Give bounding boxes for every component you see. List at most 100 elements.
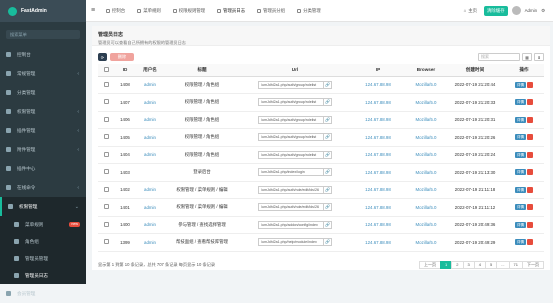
- sidebar-item-5[interactable]: 附件管理 ‹: [0, 140, 86, 159]
- link-icon[interactable]: 🔗: [324, 133, 332, 142]
- row-checkbox[interactable]: [103, 99, 109, 105]
- cell-browser[interactable]: Mozilla/5.0: [406, 198, 446, 217]
- cell-ip[interactable]: 124.67.88.98: [350, 146, 406, 164]
- delete-row-button[interactable]: [527, 134, 534, 141]
- sidebar-item-6[interactable]: 插件中心: [0, 159, 86, 178]
- delete-row-button[interactable]: [527, 151, 534, 158]
- link-icon[interactable]: 🔗: [324, 238, 332, 247]
- subnav-item-2[interactable]: 管理员管理: [0, 250, 86, 267]
- cell-ip[interactable]: 124.67.88.98: [350, 216, 406, 234]
- tab-5[interactable]: 分类管理: [291, 0, 327, 21]
- sidebar-item-8[interactable]: 权限管理 ⌄: [0, 197, 86, 216]
- cell-username[interactable]: admin: [136, 128, 164, 147]
- sidebar-item-members[interactable]: 会员管理: [0, 284, 86, 303]
- cell-ip[interactable]: 124.67.88.98: [350, 233, 406, 252]
- detail-button[interactable]: 详情: [514, 81, 527, 88]
- tab-2[interactable]: 权限规则管理: [167, 0, 211, 21]
- link-icon[interactable]: 🔗: [324, 203, 332, 212]
- cell-browser[interactable]: Mozilla/5.0: [406, 181, 446, 199]
- subnav-item-0[interactable]: 菜单规则 new: [0, 216, 86, 233]
- link-icon[interactable]: 🔗: [324, 220, 332, 229]
- home-button[interactable]: ⌂ 主页: [461, 6, 480, 16]
- table-row[interactable]: 1401 admin 权限管理 / 菜单规则 / 编辑/umJdhl2a1.php/…: [98, 198, 544, 217]
- row-checkbox[interactable]: [103, 186, 109, 192]
- cell-ip[interactable]: 124.67.88.98: [350, 198, 406, 217]
- page-button[interactable]: 71: [508, 261, 523, 269]
- table-row[interactable]: 1403 登录后台/umJdhl2a1.php/index/login 🔗 124.6…: [98, 163, 544, 182]
- prev-page-button[interactable]: 上一页: [419, 261, 442, 269]
- row-checkbox[interactable]: [103, 116, 109, 122]
- cell-browser[interactable]: Mozilla/5.0: [406, 93, 446, 112]
- cell-browser[interactable]: Mozilla/5.0: [406, 128, 446, 147]
- sidebar-item-4[interactable]: 插件管理 ‹: [0, 121, 86, 140]
- url-input[interactable]: /umJdhl2a1.php/auth/group/rolelist: [258, 133, 324, 142]
- row-checkbox[interactable]: [103, 151, 109, 157]
- link-icon[interactable]: 🔗: [324, 185, 332, 194]
- detail-button[interactable]: 详情: [514, 116, 527, 123]
- link-icon[interactable]: 🔗: [324, 150, 332, 159]
- row-checkbox[interactable]: [103, 221, 109, 227]
- table-row[interactable]: 1408 admin 权限管理 / 角色组/umJdhl2a1.php/auth/g…: [98, 76, 544, 94]
- cell-browser[interactable]: Mozilla/5.0: [406, 216, 446, 234]
- table-row[interactable]: 1407 admin 权限管理 / 角色组/umJdhl2a1.php/auth/g…: [98, 93, 544, 112]
- cell-username[interactable]: [136, 163, 164, 182]
- url-input[interactable]: /umJdhl2a1.php/addon/config/index: [258, 220, 324, 229]
- delete-row-button[interactable]: [527, 81, 534, 88]
- cell-browser[interactable]: Mozilla/5.0: [406, 146, 446, 164]
- table-row[interactable]: 1404 admin 权限管理 / 角色组/umJdhl2a1.php/auth/g…: [98, 146, 544, 164]
- cell-username[interactable]: admin: [136, 198, 164, 217]
- url-input[interactable]: /umJdhl2a1.php/auth/group/rolelist: [258, 115, 324, 124]
- delete-row-button[interactable]: [527, 204, 534, 211]
- detail-button[interactable]: 详情: [514, 151, 527, 158]
- cell-ip[interactable]: 124.67.88.98: [350, 163, 406, 182]
- cell-username[interactable]: admin: [136, 216, 164, 234]
- cell-browser[interactable]: Mozilla/5.0: [406, 111, 446, 129]
- row-checkbox[interactable]: [103, 169, 109, 175]
- delete-row-button[interactable]: [527, 169, 534, 176]
- delete-row-button[interactable]: [527, 99, 534, 106]
- clear-cache-button[interactable]: 清除缓存: [484, 5, 508, 16]
- table-row[interactable]: 1400 admin 参与管理 / 查找选择管理/umJdhl2a1.php/add…: [98, 216, 544, 234]
- delete-button[interactable]: 删除: [110, 53, 134, 61]
- detail-button[interactable]: 详情: [514, 221, 527, 228]
- table-row[interactable]: 1405 admin 权限管理 / 角色组/umJdhl2a1.php/auth/g…: [98, 128, 544, 147]
- columns-toggle-button[interactable]: ▦: [522, 53, 532, 61]
- sidebar-item-0[interactable]: 控制台: [0, 45, 86, 64]
- detail-button[interactable]: 详情: [514, 186, 527, 193]
- url-input[interactable]: /umJdhl2a1.php/auth/rule/edit/ids/26: [258, 185, 324, 194]
- delete-row-button[interactable]: [527, 239, 534, 246]
- tab-0[interactable]: 控制台: [100, 0, 131, 21]
- table-row[interactable]: 1402 admin 权限管理 / 菜单规则 / 编辑/umJdhl2a1.php/…: [98, 181, 544, 199]
- tab-3[interactable]: 管理员日志: [211, 0, 251, 21]
- cell-ip[interactable]: 124.67.88.98: [350, 128, 406, 147]
- sidebar-search-input[interactable]: 搜索菜单: [6, 30, 80, 39]
- url-input[interactable]: /umJdhl2a1.php/index/login: [258, 168, 324, 177]
- menu-toggle-icon[interactable]: ≡: [86, 7, 100, 14]
- row-checkbox[interactable]: [103, 134, 109, 140]
- link-icon[interactable]: 🔗: [324, 168, 332, 177]
- url-input[interactable]: /umJdhl2a1.php/auth/group/rolelist: [258, 150, 324, 159]
- settings-icon[interactable]: ⚙: [541, 8, 545, 14]
- cell-username[interactable]: admin: [136, 233, 164, 252]
- sidebar-item-3[interactable]: 权限管理 ‹: [0, 102, 86, 121]
- detail-button[interactable]: 详情: [514, 239, 527, 246]
- detail-button[interactable]: 详情: [514, 204, 527, 211]
- cell-username[interactable]: admin: [136, 111, 164, 129]
- link-icon[interactable]: 🔗: [324, 98, 332, 107]
- tab-4[interactable]: 管理员分组: [251, 0, 291, 21]
- cell-username[interactable]: admin: [136, 76, 164, 94]
- export-button[interactable]: ⬇: [534, 53, 544, 61]
- subnav-item-1[interactable]: 角色组: [0, 233, 86, 250]
- link-icon[interactable]: 🔗: [324, 115, 332, 124]
- table-row[interactable]: 1406 admin 权限管理 / 角色组/umJdhl2a1.php/auth/g…: [98, 111, 544, 129]
- user-name[interactable]: Admin: [525, 8, 537, 13]
- cell-ip[interactable]: 124.67.88.98: [350, 111, 406, 129]
- cell-browser[interactable]: Mozilla/5.0: [406, 233, 446, 252]
- table-row[interactable]: 1399 admin 帮技面组 / 查看帮技库管理/umJdhl2a1.php/he…: [98, 233, 544, 252]
- row-checkbox[interactable]: [103, 204, 109, 210]
- url-input[interactable]: /umJdhl2a1.php/auth/rule/edit/ids/26: [258, 203, 324, 212]
- select-all-checkbox[interactable]: [103, 66, 109, 72]
- row-checkbox[interactable]: [103, 81, 109, 87]
- next-page-button[interactable]: 下一页: [522, 261, 544, 269]
- tab-1[interactable]: 菜单规则: [131, 0, 167, 21]
